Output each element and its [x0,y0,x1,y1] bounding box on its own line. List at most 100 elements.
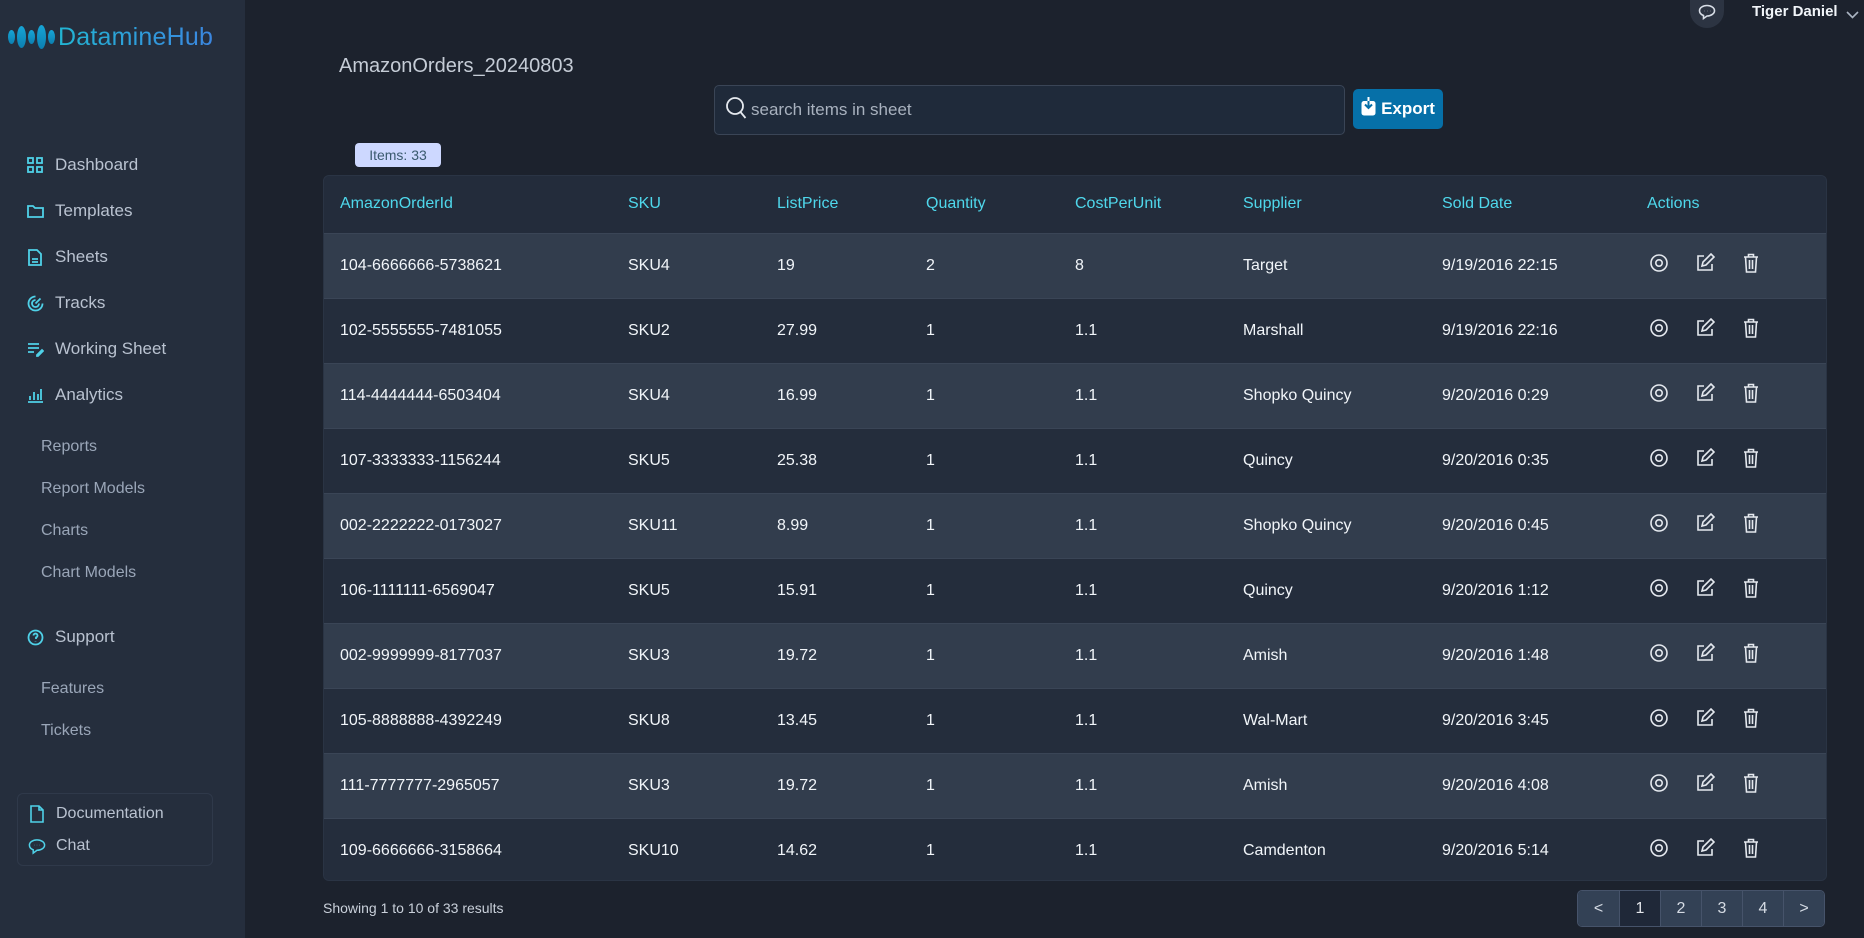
page-button-2[interactable]: 2 [1660,891,1701,926]
sold-date-cell: 9/20/2016 3:45 [1442,711,1549,729]
edit-button[interactable] [1693,707,1717,733]
order-id-cell: 106-1111111-6569047 [340,581,495,599]
view-button[interactable] [1647,579,1671,603]
edit-button[interactable] [1693,252,1717,278]
edit-icon [1695,838,1716,863]
edit-button[interactable] [1693,512,1717,538]
search-input[interactable] [751,100,1311,120]
view-button[interactable] [1647,384,1671,408]
sku-cell: SKU3 [628,646,670,664]
actions-cell [1631,623,1826,688]
view-button[interactable] [1647,839,1671,863]
sidebar-item-working-sheet[interactable]: Working Sheet [26,337,166,361]
edit-button[interactable] [1693,642,1717,668]
table-row[interactable]: 104-6666666-5738621 SKU4 19 2 8 Target 9/19/20… [324,233,1826,298]
edit-button[interactable] [1693,772,1717,798]
cost-per-unit-cell: 1.1 [1075,841,1098,859]
delete-icon [1742,383,1760,408]
edit-icon [1695,642,1716,668]
export-button[interactable]: Export [1353,89,1443,129]
table-row[interactable]: 107-3333333-1156244 SKU5 25.38 1 1.1 Quincy 9/… [324,428,1826,493]
quantity-cell: 1 [926,451,935,469]
chat-label: Chat [56,837,90,854]
list-price-cell: 8.99 [777,516,809,534]
column-header-quantity[interactable]: Quantity [910,176,1059,233]
delete-button[interactable] [1739,643,1763,668]
delete-button[interactable] [1739,318,1763,343]
view-button[interactable] [1647,319,1671,343]
help-links-box: Documentation Chat [17,793,213,866]
table-row[interactable]: 105-8888888-4392249 SKU8 13.45 1 1.1 Wal-Mart… [324,688,1826,753]
delete-button[interactable] [1739,448,1763,473]
delete-button[interactable] [1739,253,1763,278]
edit-button[interactable] [1693,317,1717,343]
app-logo[interactable]: DatamineHub [8,20,213,54]
column-header-sku[interactable]: SKU [612,176,761,233]
list-price-cell: 19.72 [777,646,818,664]
table-row[interactable]: 106-1111111-6569047 SKU5 15.91 1 1.1 Quincy 9/… [324,558,1826,623]
sidebar-item-charts[interactable]: Charts [41,522,88,540]
chevron-down-icon[interactable] [1846,6,1859,24]
table-row[interactable]: 102-5555555-7481055 SKU2 27.99 1 1.1 Marshall… [324,298,1826,363]
edit-button[interactable] [1693,577,1717,603]
view-button[interactable] [1647,449,1671,473]
order-id-cell: 107-3333333-1156244 [340,451,501,469]
sidebar-item-templates[interactable]: Templates [26,199,132,223]
list-price-cell: 14.62 [777,841,818,859]
delete-button[interactable] [1739,708,1763,733]
view-icon [1649,448,1669,473]
table-row[interactable]: 111-7777777-2965057 SKU3 19.72 1 1.1 Amish 9/2… [324,753,1826,818]
order-id-cell: 002-2222222-0173027 [340,516,502,534]
table-row[interactable]: 109-6666666-3158664 SKU10 14.62 1 1.1 Camdent… [324,818,1826,880]
delete-button[interactable] [1739,773,1763,798]
delete-button[interactable] [1739,838,1763,863]
column-header-cost-per-unit[interactable]: CostPerUnit [1059,176,1227,233]
view-button[interactable] [1647,709,1671,733]
edit-button[interactable] [1693,447,1717,473]
column-header-amazon-order-id[interactable]: AmazonOrderId [324,176,612,233]
delete-button[interactable] [1739,383,1763,408]
view-icon [1649,318,1669,343]
column-header-supplier[interactable]: Supplier [1227,176,1426,233]
sidebar-item-dashboard[interactable]: Dashboard [26,153,138,177]
cost-per-unit-cell: 1.1 [1075,711,1098,729]
sidebar-item-reports[interactable]: Reports [41,438,97,456]
sidebar-item-support[interactable]: Support [26,625,115,649]
edit-icon [1695,317,1716,343]
sidebar-item-analytics[interactable]: Analytics [26,383,123,407]
table-row[interactable]: 002-9999999-8177037 SKU3 19.72 1 1.1 Amish 9/2… [324,623,1826,688]
delete-button[interactable] [1739,578,1763,603]
column-header-sold-date[interactable]: Sold Date [1426,176,1631,233]
list-price-cell: 27.99 [777,321,818,339]
page-button-4[interactable]: 4 [1742,891,1783,926]
documentation-link[interactable]: Documentation [28,805,164,823]
sidebar-item-sheets[interactable]: Sheets [26,245,108,269]
next-page-button[interactable]: > [1783,891,1824,926]
delete-button[interactable] [1739,513,1763,538]
sidebar-item-features[interactable]: Features [41,680,104,698]
table-row[interactable]: 002-2222222-0173027 SKU11 8.99 1 1.1 Shopko Q… [324,493,1826,558]
column-header-list-price[interactable]: ListPrice [761,176,910,233]
sidebar-item-report-models[interactable]: Report Models [41,480,145,498]
user-menu[interactable]: Tiger Daniel [1752,3,1838,20]
sku-cell: SKU2 [628,321,670,339]
chat-link[interactable]: Chat [28,837,90,855]
view-button[interactable] [1647,644,1671,668]
edit-button[interactable] [1693,838,1717,863]
prev-page-button[interactable]: < [1578,891,1619,926]
search-box[interactable] [714,85,1345,135]
chat-button[interactable] [1690,0,1724,28]
sidebar-item-tracks[interactable]: Tracks [26,291,105,315]
page-button-1[interactable]: 1 [1619,891,1660,926]
table-row[interactable]: 114-4444444-6503404 SKU4 16.99 1 1.1 Shopko Q… [324,363,1826,428]
edit-button[interactable] [1693,382,1717,408]
sold-date-cell: 9/20/2016 0:35 [1442,451,1549,469]
export-label: Export [1381,99,1435,118]
sidebar-item-tickets[interactable]: Tickets [41,722,91,740]
sidebar-item-chart-models[interactable]: Chart Models [41,564,136,582]
view-button[interactable] [1647,774,1671,798]
search-icon [725,96,751,125]
page-button-3[interactable]: 3 [1701,891,1742,926]
view-button[interactable] [1647,254,1671,278]
view-button[interactable] [1647,514,1671,538]
